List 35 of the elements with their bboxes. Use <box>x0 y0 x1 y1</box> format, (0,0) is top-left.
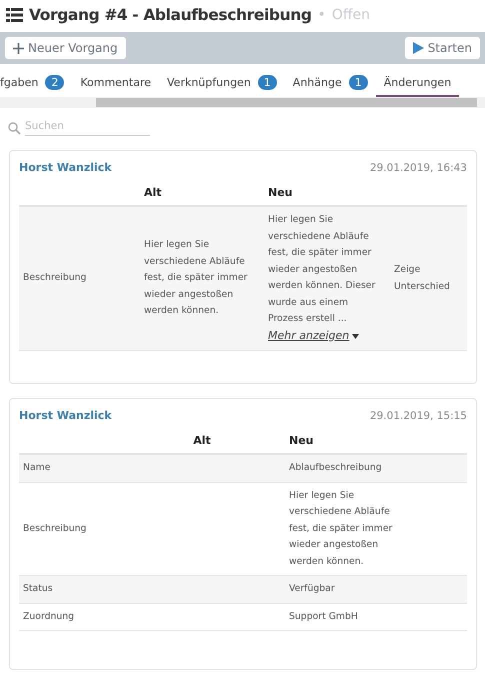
field-cell: Name <box>19 454 119 482</box>
new-value-cell: Hier legen Sie verschiedene Abläufe fest, die später immer wieder angestoßen werden können. Dieser wurde aus einem Prozess erstell ... Mehr anzeigen <box>264 206 390 350</box>
new-value-cell: Hier legen Sie verschiedene Abläufe fest, die später immer wieder angestoßen werden können. <box>285 482 467 576</box>
count-badge: 1 <box>258 74 277 90</box>
start-button[interactable]: Starten <box>404 37 480 59</box>
caret-icon <box>352 334 360 338</box>
new-button[interactable]: Neuer Vorgang <box>5 37 126 59</box>
new-value-cell: Support GmbH <box>285 603 467 630</box>
count-badge: 1 <box>348 74 368 90</box>
separator-dot: • <box>318 7 326 23</box>
tab[interactable]: fgaben 2 <box>0 72 72 97</box>
play-icon <box>412 42 424 54</box>
field-cell: Beschreibung <box>19 482 119 576</box>
search-icon <box>8 122 21 134</box>
tab[interactable]: Anhänge 1 <box>284 72 376 97</box>
search-field[interactable]: Suchen <box>25 120 150 136</box>
timestamp: 29.01.2019, 15:15 <box>370 410 467 422</box>
timestamp: 29.01.2019, 16:43 <box>370 162 467 174</box>
field-cell: Status <box>19 576 119 603</box>
new-value-cell: Verfügbar <box>285 576 467 603</box>
page-title: Vorgang #4 - Ablaufbeschreibung <box>29 6 312 24</box>
tab[interactable]: Verknüpfungen 1 <box>159 72 285 97</box>
diff-cell: Zeige Unterschied <box>390 206 467 350</box>
show-more-link[interactable]: Mehr anzeigen <box>268 328 350 342</box>
old-value-cell: Hier legen Sie verschiedene Abläufe fest, die später immer wieder angestoßen werden können. <box>140 206 264 350</box>
author-name: Horst Wanzlick <box>19 409 112 422</box>
field-cell: Beschreibung <box>19 206 140 350</box>
field-cell: Zuordnung <box>19 603 119 630</box>
count-badge: 2 <box>45 74 64 90</box>
new-value-cell: Ablaufbeschreibung <box>285 454 467 482</box>
plus-icon <box>13 42 24 54</box>
scrollbar[interactable] <box>0 97 485 108</box>
author-name: Horst Wanzlick <box>19 161 112 174</box>
list-icon <box>6 8 23 22</box>
tab[interactable]: Kommentare <box>72 72 159 97</box>
